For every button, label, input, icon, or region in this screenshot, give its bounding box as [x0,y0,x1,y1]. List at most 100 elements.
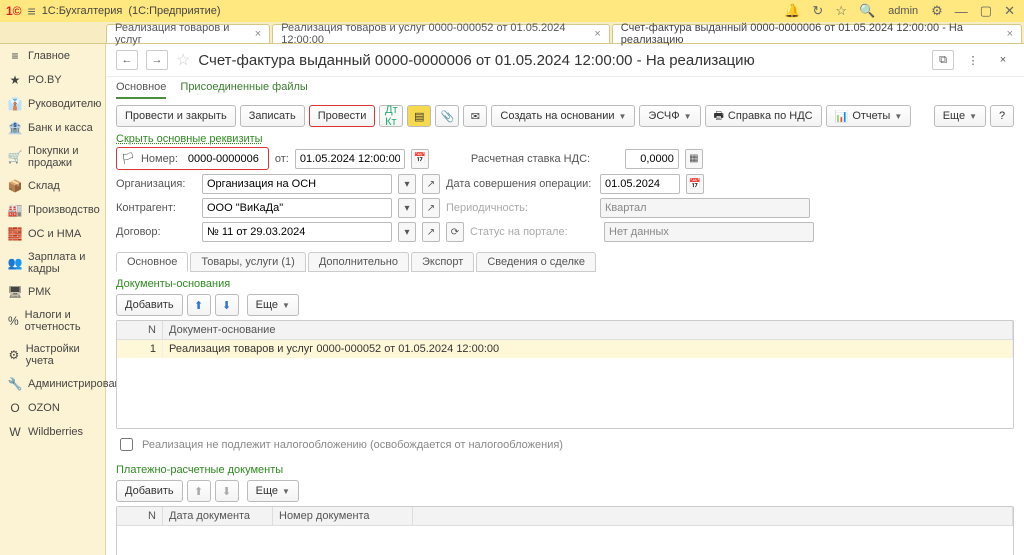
user-name[interactable]: admin [888,5,918,17]
write-button[interactable]: Записать [240,105,305,127]
settings-icon[interactable]: ⚙ [931,3,943,19]
nav-forward-button[interactable]: → [146,50,168,70]
sidebar-icon: 🏭 [8,203,22,217]
move-down-icon[interactable]: ⬇ [215,480,239,502]
more-button[interactable]: Еще▼ [247,294,299,316]
inner-tab-4[interactable]: Сведения о сделке [476,252,596,272]
tab-2-active[interactable]: Счет-фактура выданный 0000-0000006 от 01… [612,24,1022,43]
reports-button[interactable]: 📊 Отчеты▼ [826,105,912,127]
open-external-icon[interactable]: ⧉ [932,50,954,70]
dropdown-icon[interactable]: ▾ [398,174,416,194]
more-button[interactable]: Еще▼ [934,105,986,127]
contr-input[interactable] [202,198,392,218]
post-and-close-button[interactable]: Провести и закрыть [116,105,236,127]
inner-tab-1[interactable]: Товары, услуги (1) [190,252,305,272]
sidebar-item-4[interactable]: 🛒Покупки и продажи [0,140,105,174]
vat-help-button[interactable]: 🖶 Справка по НДС [705,105,822,127]
sidebar-item-7[interactable]: 🧱ОС и НМА [0,222,105,246]
contract-input[interactable] [202,222,392,242]
dtkt-icon[interactable]: ДтКт [379,105,403,127]
close-form-icon[interactable]: × [992,50,1014,70]
sidebar-label: Банк и касса [28,122,93,134]
subtab-files[interactable]: Присоединенные файлы [180,81,307,99]
tab-close-icon[interactable]: × [594,28,600,40]
move-down-icon[interactable]: ⬇ [215,294,239,316]
opdate-input[interactable] [600,174,680,194]
sidebar-item-6[interactable]: 🏭Производство [0,198,105,222]
move-up-icon[interactable]: ⬆ [187,480,211,502]
org-input[interactable] [202,174,392,194]
sidebar-item-9[interactable]: 🖥РМК [0,280,105,304]
tab-close-icon[interactable]: × [255,28,261,40]
add-button[interactable]: Добавить [116,480,183,502]
sidebar-item-13[interactable]: OOZON [0,396,105,420]
menu-icon[interactable]: ≡ [28,3,36,19]
no-tax-checkbox[interactable] [120,438,133,451]
attach-icon[interactable]: 📎 [435,105,459,127]
table-row[interactable]: 1Реализация товаров и услуг 0000-000052 … [117,340,1013,358]
bell-icon[interactable]: 🔔 [784,3,800,19]
stepper-icon[interactable]: ▦ [685,149,703,169]
calendar-icon[interactable]: 📅 [411,149,429,169]
sidebar-label: Склад [28,180,60,192]
create-based-button[interactable]: Создать на основании▼ [491,105,635,127]
tab-close-icon[interactable]: × [1007,28,1013,40]
open-icon[interactable]: ↗ [422,198,440,218]
sidebar-item-3[interactable]: 🏦Банк и касса [0,116,105,140]
sidebar-item-5[interactable]: 📦Склад [0,174,105,198]
hide-requisites-link[interactable]: Скрыть основные реквизиты [106,133,1024,145]
eschf-button[interactable]: ЭСЧФ▼ [639,105,700,127]
sidebar-icon: 👥 [8,256,22,270]
sidebar-item-14[interactable]: WWildberries [0,420,105,444]
nav-back-button[interactable]: ← [116,50,138,70]
inner-tab-2[interactable]: Дополнительно [308,252,409,272]
col-num: Номер документа [273,507,413,525]
inner-tab-3[interactable]: Экспорт [411,252,474,272]
section-docs-title: Документы-основания [106,272,1024,292]
number-input[interactable] [184,149,264,169]
add-button[interactable]: Добавить [116,294,183,316]
sidebar-item-0[interactable]: ≡Главное [0,44,105,68]
sidebar-label: Wildberries [28,426,83,438]
tab-1[interactable]: Реализация товаров и услуг 0000-000052 о… [272,24,610,43]
refresh-icon[interactable]: ⟳ [446,222,464,242]
star-icon[interactable]: ☆ [835,3,847,19]
docs-grid[interactable]: NДокумент-основание 1Реализация товаров … [116,320,1014,429]
tab-0[interactable]: Реализация товаров и услуг × [106,24,270,43]
dropdown-icon[interactable]: ▾ [398,198,416,218]
more-icon[interactable]: ⋮ [962,50,984,70]
subtab-main[interactable]: Основное [116,81,166,99]
maximize-icon[interactable]: ▢ [980,3,992,19]
more-button[interactable]: Еще▼ [247,480,299,502]
envelope-icon[interactable]: ✉ [463,105,487,127]
help-icon[interactable]: ? [990,105,1014,127]
inner-tab-0[interactable]: Основное [116,252,188,272]
move-up-icon[interactable]: ⬆ [187,294,211,316]
pay-grid[interactable]: NДата документаНомер документа [116,506,1014,555]
tab-label: Реализация товаров и услуг [115,22,249,46]
rate-input[interactable] [625,149,679,169]
sidebar-label: РМК [28,286,51,298]
search-icon[interactable]: 🔍 [859,3,875,19]
open-icon[interactable]: ↗ [422,222,440,242]
minimize-icon[interactable]: — [955,4,968,19]
open-icon[interactable]: ↗ [422,174,440,194]
sidebar-item-12[interactable]: 🔧Администрирование [0,372,105,396]
calendar-icon[interactable]: 📅 [686,174,704,194]
sidebar-item-8[interactable]: 👥Зарплата и кадры [0,246,105,280]
flag-icon[interactable]: 🏳 [121,152,135,165]
yellow-action-icon[interactable]: ▤ [407,105,431,127]
portal-label: Статус на портале: [470,226,598,238]
sidebar-item-1[interactable]: ★PO.BY [0,68,105,92]
dropdown-icon[interactable]: ▾ [398,222,416,242]
sidebar-item-10[interactable]: %Налоги и отчетность [0,304,105,338]
favorite-icon[interactable]: ☆ [176,50,190,70]
sidebar-label: ОС и НМА [28,228,81,240]
sidebar-item-2[interactable]: 👔Руководителю [0,92,105,116]
close-icon[interactable]: ✕ [1004,3,1015,19]
history-icon[interactable]: ↻ [812,3,823,19]
sidebar-item-11[interactable]: ⚙Настройки учета [0,338,105,372]
post-button[interactable]: Провести [309,105,376,127]
col-date: Дата документа [163,507,273,525]
date-input[interactable] [295,149,405,169]
